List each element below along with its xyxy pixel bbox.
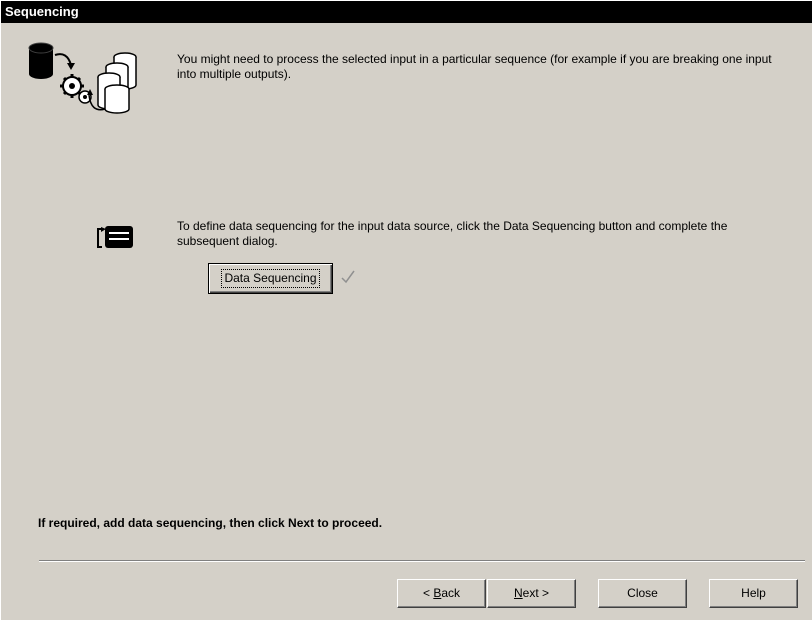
next-rest: ext > (522, 586, 550, 600)
help-button[interactable]: Help (709, 579, 798, 608)
data-sequencing-label: Data Sequencing (221, 269, 320, 288)
next-button[interactable]: Next > (487, 579, 576, 608)
separator (39, 560, 805, 562)
sequencing-instructions: To define data sequencing for the input … (177, 219, 728, 248)
next-mnemonic: N (513, 586, 523, 600)
back-prefix: < (422, 586, 434, 600)
intro-text: You might need to process the selected i… (177, 52, 772, 81)
sequence-list-icon (97, 226, 133, 248)
sequencing-dialog: Sequencing You might need to process the… (0, 0, 812, 620)
window-title: Sequencing (1, 1, 812, 23)
data-sequencing-button[interactable]: Data Sequencing (208, 263, 333, 294)
close-button[interactable]: Close (598, 579, 687, 608)
back-rest: ack (441, 586, 461, 600)
instruction-text: If required, add data sequencing, then c… (38, 516, 383, 530)
database-sequence-icon (28, 42, 137, 114)
back-button[interactable]: < Back (397, 579, 486, 608)
checkmark-icon (341, 270, 355, 284)
